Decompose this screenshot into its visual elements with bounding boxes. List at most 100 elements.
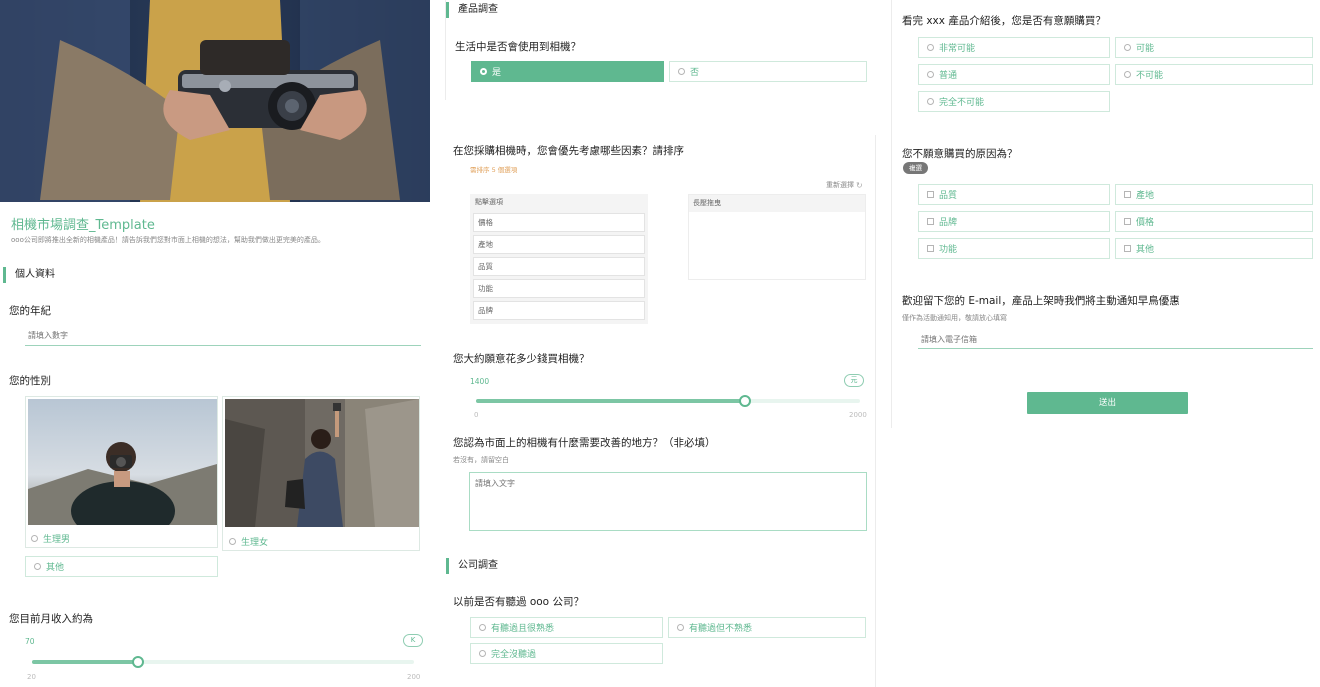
heard-option-text: 完全沒聽過 [491, 650, 537, 660]
checkbox-icon [1124, 245, 1131, 252]
budget-question: 您大約願意花多少錢買相機？ [453, 353, 590, 365]
gender-option-other[interactable]: 其他 [25, 556, 218, 577]
budget-slider-handle[interactable] [738, 395, 751, 407]
income-max: 200 [407, 673, 421, 681]
heard-option-text: 有聽過且很熟悉 [491, 624, 555, 634]
budget-unit-badge: 元 [844, 374, 864, 387]
income-unit-badge: K [403, 634, 423, 647]
radio-icon [1124, 44, 1131, 51]
rank-question: 在您採購相機時，您會優先考慮哪些因素？請排序 [453, 145, 684, 157]
radio-icon [677, 624, 684, 631]
reason-option[interactable]: 品牌 [918, 211, 1110, 232]
gender-option-female[interactable]: 生理女 [222, 396, 420, 551]
radio-selected-icon [480, 68, 487, 75]
survey-title: 相機市場調查_Template [11, 218, 155, 233]
rank-item[interactable]: 價格 [473, 213, 645, 232]
use-camera-no-text: 否 [690, 68, 700, 78]
income-slider-handle[interactable] [132, 656, 145, 668]
email-question: 歡迎留下您的 E-mail，產品上架時我們將主動通知早鳥優惠 [902, 295, 1180, 307]
radio-icon [1124, 71, 1131, 78]
rank-right-header: 長壓拖曳 [689, 195, 865, 212]
checkbox-icon [1124, 218, 1131, 225]
intent-option[interactable]: 普通 [918, 64, 1110, 85]
gender-question: 您的性別 [9, 375, 51, 387]
improve-hint: 若沒有，請留空白 [453, 456, 509, 464]
intent-option-text: 完全不可能 [939, 98, 985, 108]
radio-icon [34, 563, 41, 570]
survey-description: ooo公司即將推出全新的相機產品！請告訴我們您對市面上相機的想法，幫助我們做出更… [11, 236, 325, 244]
intent-option[interactable]: 非常可能 [918, 37, 1110, 58]
intent-option[interactable]: 不可能 [1115, 64, 1313, 85]
rank-right-panel[interactable]: 長壓拖曳 [688, 194, 866, 280]
use-camera-option-no[interactable]: 否 [669, 61, 867, 82]
section-title-company: 公司調查 [446, 558, 498, 574]
purchase-column: 看完 xxx 產品介紹後，您是否有意願購買？ 非常可能 可能 普通 不可能 完全… [893, 0, 1320, 687]
intent-option-text: 可能 [1136, 44, 1155, 54]
intent-option-text: 普通 [939, 71, 958, 81]
income-min: 20 [27, 673, 36, 681]
checkbox-icon [927, 245, 934, 252]
radio-icon [479, 650, 486, 657]
gender-male-text: 生理男 [43, 535, 71, 545]
reason-option-text: 產地 [1136, 191, 1155, 201]
radio-icon [927, 98, 934, 105]
age-question: 您的年紀 [9, 305, 51, 317]
rank-reset-button[interactable]: 重新選擇 ↻ [826, 180, 863, 190]
heard-question: 以前是否有聽過 ooo 公司？ [453, 596, 584, 608]
gender-label-male: 生理男 [31, 532, 70, 545]
heard-option-text: 有聽過但不熟悉 [689, 624, 753, 634]
hero-image [0, 0, 430, 202]
gender-option-male[interactable]: 生理男 [25, 396, 218, 548]
column-divider [891, 0, 892, 428]
gender-male-image [28, 399, 217, 525]
budget-slider[interactable] [476, 395, 860, 407]
intent-question: 看完 xxx 產品介紹後，您是否有意願購買？ [902, 15, 1106, 27]
column-divider [875, 135, 876, 687]
gender-female-text: 生理女 [241, 538, 269, 548]
income-slider-fill [32, 660, 139, 664]
rank-hint: 需排序 5 個選項 [470, 166, 518, 174]
multi-select-badge: 複選 [903, 162, 928, 174]
heard-option[interactable]: 完全沒聽過 [470, 643, 663, 664]
reason-option[interactable]: 功能 [918, 238, 1110, 259]
income-question: 您目前月收入約為 [9, 613, 93, 625]
checkbox-icon [927, 218, 934, 225]
section-title-product: 產品調查 [446, 2, 498, 18]
reason-option[interactable]: 產地 [1115, 184, 1313, 205]
section-title-personal: 個人資料 [3, 267, 55, 283]
email-input[interactable] [918, 330, 1313, 349]
budget-value: 1400 [470, 377, 490, 386]
rank-left-header: 點擊選項 [475, 198, 503, 206]
radio-icon [927, 71, 934, 78]
radio-icon [229, 538, 236, 545]
improve-textarea[interactable] [469, 472, 867, 531]
heard-option[interactable]: 有聽過且很熟悉 [470, 617, 663, 638]
budget-max: 2000 [849, 411, 867, 419]
age-input[interactable] [25, 326, 421, 346]
intent-option[interactable]: 可能 [1115, 37, 1313, 58]
rank-item[interactable]: 產地 [473, 235, 645, 254]
personal-column: 相機市場調查_Template ooo公司即將推出全新的相機產品！請告訴我們您對… [0, 0, 430, 687]
reason-option[interactable]: 品質 [918, 184, 1110, 205]
intent-option-text: 非常可能 [939, 44, 976, 54]
refresh-icon: ↻ [856, 180, 863, 190]
rank-item[interactable]: 品牌 [473, 301, 645, 320]
checkbox-icon [927, 191, 934, 198]
use-camera-option-yes[interactable]: 是 [471, 61, 664, 82]
income-slider[interactable] [32, 656, 414, 668]
rank-item[interactable]: 品質 [473, 257, 645, 276]
use-camera-yes-text: 是 [492, 68, 502, 78]
heard-option[interactable]: 有聽過但不熟悉 [668, 617, 866, 638]
reason-option[interactable]: 其他 [1115, 238, 1313, 259]
rank-item[interactable]: 功能 [473, 279, 645, 298]
gender-female-image [225, 399, 419, 527]
radio-icon [678, 68, 685, 75]
checkbox-icon [1124, 191, 1131, 198]
radio-icon [927, 44, 934, 51]
reason-option-text: 價格 [1136, 218, 1155, 228]
submit-button[interactable]: 送出 [1027, 392, 1188, 414]
reason-option[interactable]: 價格 [1115, 211, 1313, 232]
income-value: 70 [25, 637, 35, 646]
intent-option-text: 不可能 [1136, 71, 1164, 81]
intent-option[interactable]: 完全不可能 [918, 91, 1110, 112]
